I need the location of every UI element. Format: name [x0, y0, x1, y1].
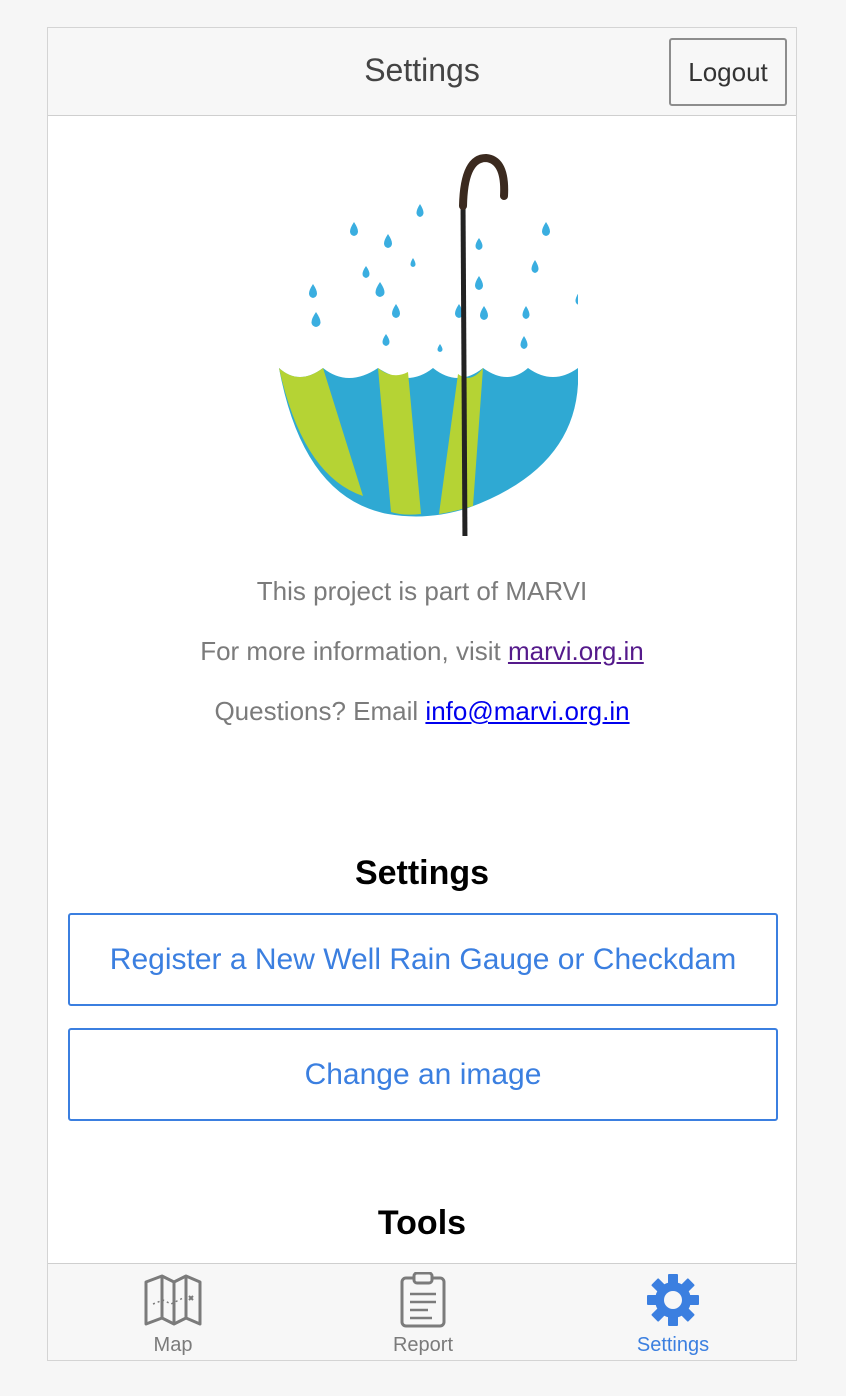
app-frame: Settings Logout This project is part of … [47, 27, 797, 1361]
nav-header: Settings Logout [48, 28, 796, 116]
map-icon [144, 1274, 202, 1326]
website-link[interactable]: marvi.org.in [508, 636, 644, 666]
tab-settings-label: Settings [636, 1334, 710, 1356]
more-info-prefix: For more information, visit [200, 636, 508, 666]
tab-report-label: Report [392, 1334, 454, 1356]
tab-map[interactable]: Map [48, 1264, 298, 1360]
tab-map-label: Map [153, 1334, 193, 1356]
questions-line: Questions? Email info@marvi.org.in [48, 696, 796, 727]
email-link[interactable]: info@marvi.org.in [425, 696, 629, 726]
tab-settings[interactable]: Settings [548, 1264, 796, 1360]
marvi-umbrella-logo [279, 153, 578, 536]
change-image-button[interactable]: Change an image [68, 1028, 778, 1121]
project-info-text: This project is part of MARVI [256, 576, 588, 606]
more-info-line: For more information, visit marvi.org.in [48, 636, 796, 667]
scroll-content[interactable]: This project is part of MARVI For more i… [48, 116, 796, 1265]
tools-section-title: Tools [377, 1204, 467, 1242]
tab-bar: Map Report Settings [48, 1263, 796, 1360]
settings-section-title: Settings [354, 854, 490, 892]
logout-button[interactable]: Logout [669, 38, 787, 106]
register-well-button[interactable]: Register a New Well Rain Gauge or Checkd… [68, 913, 778, 1006]
gear-icon [647, 1274, 699, 1326]
clipboard-icon [400, 1272, 446, 1328]
tab-report[interactable]: Report [298, 1264, 548, 1360]
questions-prefix: Questions? Email [214, 696, 426, 726]
